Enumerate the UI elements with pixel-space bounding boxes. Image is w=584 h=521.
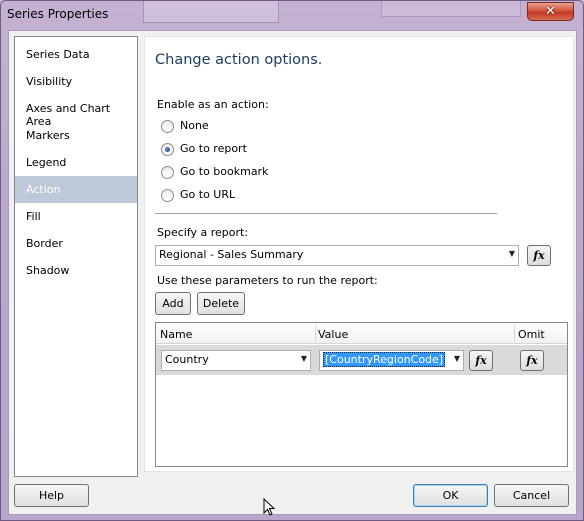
parameter-name-dropdown[interactable]: Country ▼ — [161, 350, 311, 371]
column-divider — [315, 325, 316, 342]
column-header-value: Value — [318, 328, 349, 341]
column-header-name: Name — [160, 328, 193, 341]
report-dropdown-value: Regional - Sales Summary — [159, 248, 304, 261]
grid-header: Name Value Omit — [156, 323, 567, 344]
report-dropdown[interactable]: Regional - Sales Summary ▼ — [155, 245, 519, 266]
enable-action-label: Enable as an action: — [157, 98, 269, 111]
function-icon: fx — [475, 354, 487, 367]
parameters-label: Use these parameters to run the report: — [157, 274, 378, 287]
function-icon: fx — [526, 354, 538, 367]
radio-go-to-bookmark[interactable] — [161, 166, 174, 179]
column-divider — [514, 325, 515, 342]
section-divider — [155, 213, 497, 214]
delete-parameter-button[interactable]: Delete — [197, 292, 245, 315]
window-title: Series Properties — [7, 7, 109, 21]
parameters-grid: Name Value Omit Country ▼ [CountryRegion… — [155, 322, 568, 467]
chevron-down-icon: ▼ — [300, 354, 307, 363]
background-window-tab — [143, 1, 279, 23]
close-icon: ✕ — [545, 4, 556, 19]
column-header-omit: Omit — [518, 328, 545, 341]
page-heading: Change action options. — [155, 52, 323, 68]
nav-item-axes-and-chart-area[interactable]: Axes and Chart Area — [15, 95, 137, 128]
table-row[interactable]: Country ▼ [CountryRegionCode] ▼ fx fx — [156, 345, 567, 375]
radio-go-to-bookmark-label[interactable]: Go to bookmark — [180, 165, 268, 178]
radio-none[interactable] — [161, 120, 174, 133]
series-properties-dialog: Series Properties ✕ Series Data Visibili… — [0, 0, 584, 521]
radio-go-to-url-label[interactable]: Go to URL — [180, 188, 235, 201]
background-window-tab-2 — [381, 1, 521, 17]
mouse-pointer-icon — [263, 498, 275, 516]
nav-item-fill[interactable]: Fill — [15, 203, 137, 230]
nav-item-series-data[interactable]: Series Data — [15, 41, 137, 68]
nav-item-legend[interactable]: Legend — [15, 149, 137, 176]
property-page-list: Series Data Visibility Axes and Chart Ar… — [14, 36, 138, 477]
value-expression-button[interactable]: fx — [469, 350, 493, 371]
add-parameter-button[interactable]: Add — [155, 292, 191, 315]
nav-item-visibility[interactable]: Visibility — [15, 68, 137, 95]
report-expression-button[interactable]: fx — [527, 245, 551, 266]
dialog-client-area: Series Data Visibility Axes and Chart Ar… — [8, 30, 577, 515]
nav-item-border[interactable]: Border — [15, 230, 137, 257]
parameter-value-dropdown[interactable]: [CountryRegionCode] ▼ — [319, 350, 464, 371]
chevron-down-icon: ▼ — [508, 249, 515, 258]
close-button[interactable]: ✕ — [527, 2, 574, 21]
omit-expression-button[interactable]: fx — [520, 350, 544, 371]
specify-report-label: Specify a report: — [157, 226, 249, 239]
nav-item-action[interactable]: Action — [15, 176, 137, 203]
chevron-down-icon: ▼ — [453, 354, 460, 363]
radio-go-to-report-label[interactable]: Go to report — [180, 142, 247, 155]
nav-item-markers[interactable]: Markers — [15, 122, 137, 149]
parameter-value-text: [CountryRegionCode] — [323, 352, 446, 367]
function-icon: fx — [533, 249, 545, 262]
help-button[interactable]: Help — [14, 484, 89, 507]
title-bar[interactable]: Series Properties ✕ — [1, 1, 583, 29]
radio-none-label[interactable]: None — [180, 119, 209, 132]
nav-item-shadow[interactable]: Shadow — [15, 257, 137, 284]
radio-go-to-url[interactable] — [161, 189, 174, 202]
radio-go-to-report[interactable] — [161, 143, 174, 156]
ok-button[interactable]: OK — [413, 484, 488, 507]
cancel-button[interactable]: Cancel — [494, 484, 569, 507]
